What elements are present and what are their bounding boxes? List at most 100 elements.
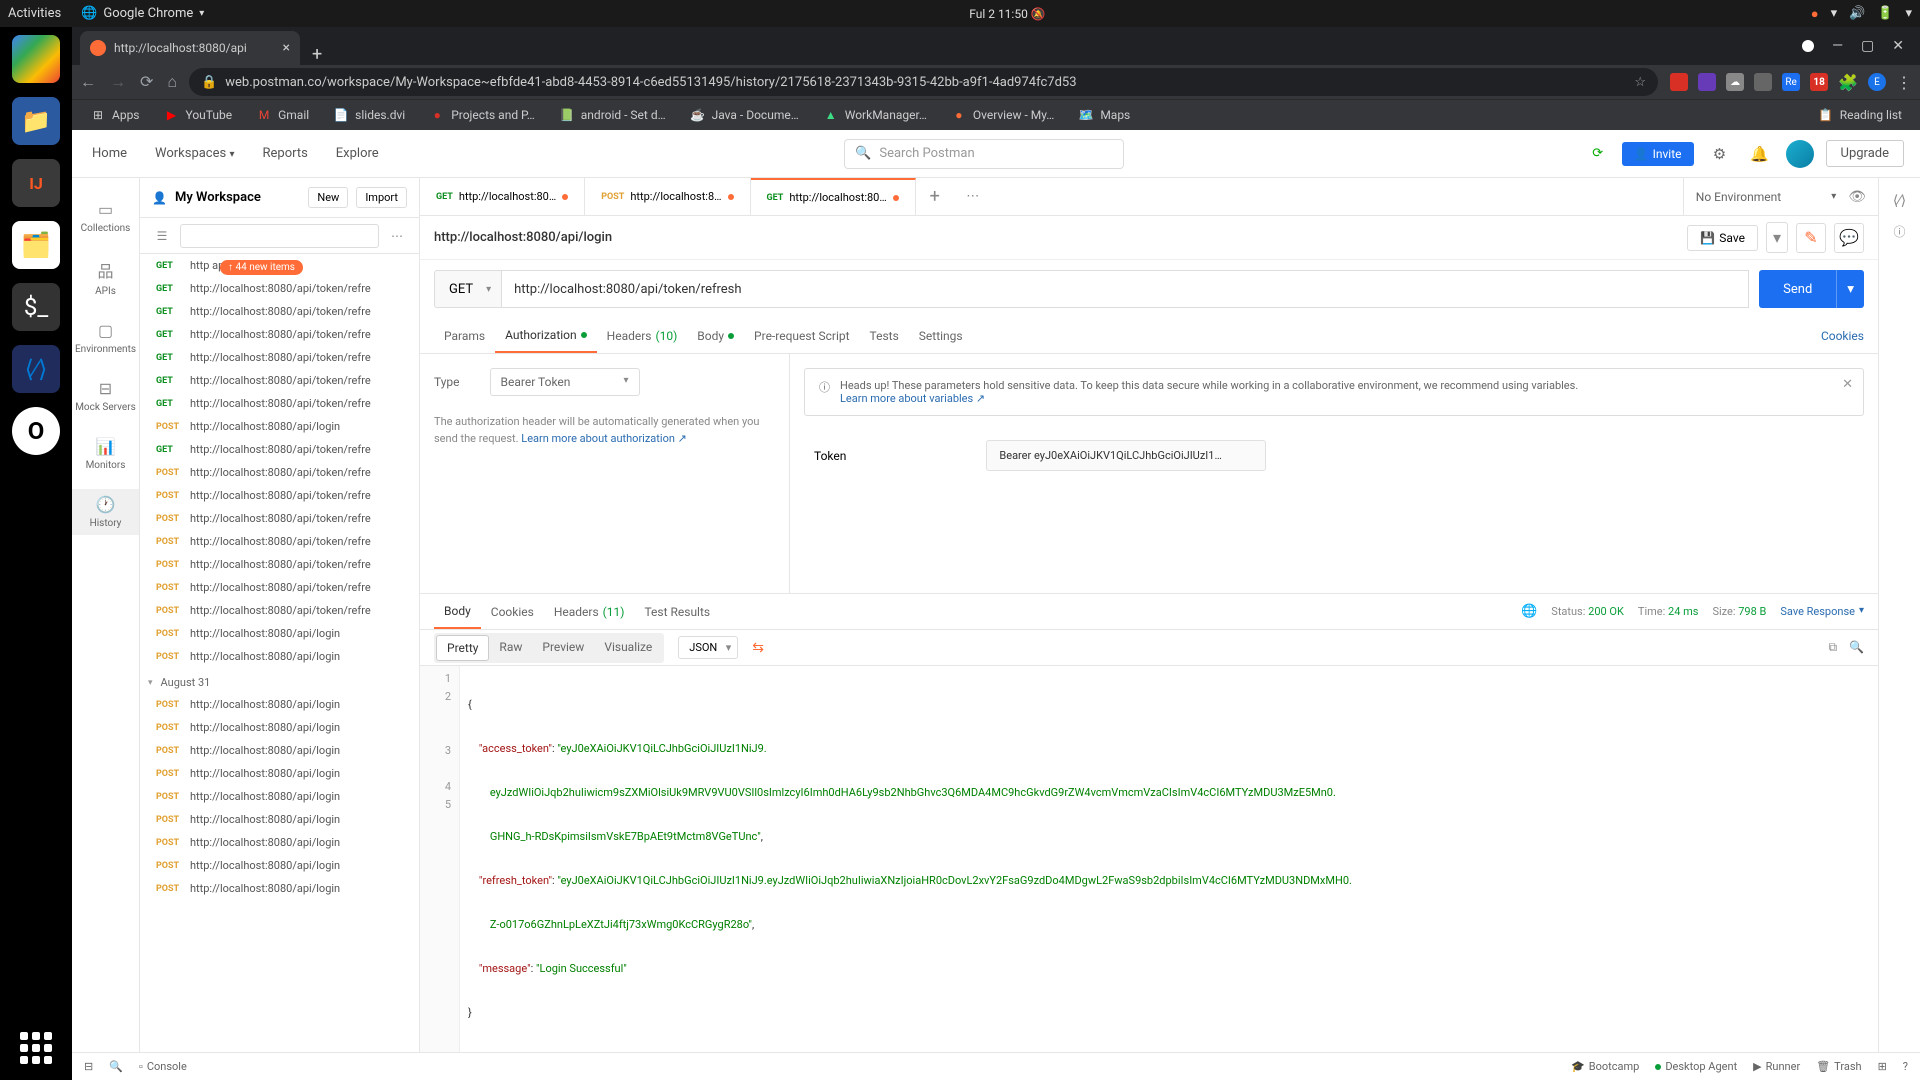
nav-reports[interactable]: Reports (258, 142, 311, 165)
dock-terminal[interactable]: $_ (12, 283, 60, 331)
dock-save[interactable]: 🗂️ (12, 221, 60, 269)
rail-apis[interactable]: 品APIs (72, 252, 139, 303)
history-item[interactable]: GEThttp://localhost:8080/api/token/refre (140, 438, 419, 461)
footer-console[interactable]: ▫ Console (139, 1060, 187, 1073)
view-pretty[interactable]: Pretty (436, 635, 489, 661)
invite-button[interactable]: 👤Invite (1622, 142, 1694, 166)
request-tab[interactable]: GEThttp://localhost:80… (751, 178, 916, 215)
activities-button[interactable]: Activities (8, 6, 61, 21)
token-input[interactable]: Bearer eyJ0eXAiOiJKV1QiLCJhbGciOiJIUzI1… (986, 440, 1266, 471)
nav-workspaces[interactable]: Workspaces ▾ (151, 142, 239, 165)
bookmark-maps[interactable]: 🗺️Maps (1068, 103, 1140, 127)
bookmark-apps[interactable]: ⊞Apps (80, 103, 150, 127)
ext-icon-cloud[interactable]: ☁ (1726, 73, 1744, 91)
new-items-badge[interactable]: ↑ 44 new items (220, 260, 303, 275)
sidebar-options-icon[interactable]: ⋯ (383, 222, 411, 250)
send-dropdown[interactable]: ▾ (1836, 270, 1864, 308)
history-item[interactable]: GEThttp://localhost:8080/api/token/refre (140, 323, 419, 346)
history-item[interactable]: POSThttp://localhost:8080/api/token/refr… (140, 530, 419, 553)
history-item[interactable]: GEThttp://localhost:8080/api/token/refre (140, 369, 419, 392)
history-item[interactable]: POSThttp://localhost:8080/api/login (140, 785, 419, 808)
save-dropdown[interactable]: ▾ (1766, 222, 1788, 253)
response-tab-body[interactable]: Body (434, 594, 481, 629)
bookmark-youtube[interactable]: ▶YouTube (154, 103, 243, 127)
footer-find-icon[interactable]: 🔍 (109, 1060, 123, 1073)
chrome-menu-icon[interactable]: ⋮ (1896, 73, 1912, 92)
reload-icon[interactable]: ⟳ (140, 72, 153, 92)
comment-icon[interactable]: 💬 (1834, 223, 1864, 253)
import-button[interactable]: Import (356, 187, 407, 208)
copy-icon[interactable]: ⧉ (1828, 640, 1837, 655)
bookmark-android[interactable]: 📗android - Set d… (549, 103, 676, 127)
save-button[interactable]: 💾Save (1687, 225, 1758, 251)
star-icon[interactable]: ☆ (1634, 75, 1646, 90)
url-field[interactable]: 🔒 web.postman.co/workspace/My-Workspace~… (189, 68, 1658, 96)
response-tab-cookies[interactable]: Cookies (481, 594, 544, 629)
new-tab-button[interactable]: + (300, 44, 334, 65)
close-tab-icon[interactable]: × (283, 40, 290, 56)
tabs-overflow-icon[interactable]: ⋯ (954, 178, 992, 215)
tab-tests[interactable]: Tests (860, 318, 909, 353)
extensions-icon[interactable]: 🧩 (1838, 73, 1858, 92)
response-body[interactable]: 12345 { "access_token": "eyJ0eXAiOiJKV1Q… (420, 666, 1878, 1052)
notifications-icon[interactable]: 🔔 (1746, 140, 1774, 168)
footer-bootcamp[interactable]: 🎓 Bootcamp (1571, 1060, 1639, 1073)
history-item[interactable]: POSThttp://localhost:8080/api/login (140, 877, 419, 900)
bookmark-gmail[interactable]: MGmail (246, 103, 319, 127)
view-preview[interactable]: Preview (532, 635, 594, 661)
footer-layout-icon[interactable]: ⊞ (1878, 1060, 1887, 1073)
bookmark-projects[interactable]: ●Projects and P… (419, 103, 545, 127)
save-response-button[interactable]: Save Response ▾ (1780, 605, 1864, 618)
bookmark-java[interactable]: ☕Java - Docume… (680, 103, 809, 127)
method-select[interactable]: GET (434, 270, 502, 308)
history-item[interactable]: GEThttp://localhost:8080/api/token/refre (140, 346, 419, 369)
request-url-input[interactable] (502, 270, 1749, 308)
footer-trash[interactable]: 🗑 Trash (1816, 1060, 1861, 1073)
wrap-lines-icon[interactable]: ⇆ (752, 640, 764, 656)
system-tray[interactable]: ● ▾ 🔊 🔋 ▾ (1811, 6, 1912, 22)
close-banner-icon[interactable]: ✕ (1842, 377, 1853, 392)
history-item[interactable]: POSThttp://localhost:8080/api/token/refr… (140, 461, 419, 484)
send-button[interactable]: Send (1759, 270, 1836, 308)
search-response-icon[interactable]: 🔍 (1849, 640, 1864, 655)
back-icon[interactable]: ← (80, 72, 96, 92)
history-item[interactable]: GEThttp://localhost:8080/api/token/refre (140, 277, 419, 300)
footer-collapse-icon[interactable]: ⊟ (84, 1060, 93, 1073)
history-item[interactable]: POSThttp://localhost:8080/api/login (140, 831, 419, 854)
reading-list-button[interactable]: 📋Reading list (1808, 103, 1912, 127)
tab-params[interactable]: Params (434, 318, 495, 353)
ext-badge[interactable]: 18 (1810, 73, 1828, 91)
code-snippet-icon[interactable]: ⟨∕⟩ (1893, 192, 1906, 209)
search-input[interactable]: 🔍 Search Postman (844, 139, 1124, 169)
history-item[interactable]: POSThttp://localhost:8080/api/token/refr… (140, 507, 419, 530)
request-tab[interactable]: GEThttp://localhost:80… (420, 178, 585, 215)
tab-prerequest[interactable]: Pre-request Script (744, 318, 859, 353)
dock-show-apps[interactable] (12, 1024, 60, 1072)
nav-home[interactable]: Home (88, 142, 131, 165)
tab-headers[interactable]: Headers (10) (597, 318, 688, 353)
environment-select[interactable]: No Environment▾ (1696, 190, 1836, 204)
history-item[interactable]: POSThttp://localhost:8080/api/token/refr… (140, 484, 419, 507)
browser-tab[interactable]: http://localhost:8080/api × (80, 31, 300, 65)
settings-icon[interactable]: ⚙ (1706, 140, 1734, 168)
bookmark-workmanager[interactable]: ▲WorkManager… (813, 103, 937, 127)
auth-learn-link[interactable]: Learn more about authorization ↗ (521, 432, 687, 445)
rail-collections[interactable]: ▭Collections (72, 194, 139, 240)
filter-icon[interactable]: ☰ (148, 222, 176, 250)
history-item[interactable]: POSThttp://localhost:8080/api/login (140, 808, 419, 831)
history-item[interactable]: GEThttp://localhost:8080/api/token/refre (140, 300, 419, 323)
ext-icon-red[interactable] (1670, 73, 1688, 91)
auth-type-select[interactable]: Bearer Token (490, 368, 640, 396)
rail-mock[interactable]: ⊟Mock Servers (72, 373, 139, 419)
sidebar-filter-input[interactable] (180, 224, 379, 248)
network-icon[interactable]: 🌐 (1521, 604, 1537, 619)
edit-icon[interactable]: ✎ (1796, 223, 1826, 253)
history-item[interactable]: POSThttp://localhost:8080/api/token/refr… (140, 576, 419, 599)
dock-intellij[interactable]: IJ (12, 159, 60, 207)
bookmark-slides[interactable]: 📄slides.dvi (323, 103, 415, 127)
history-item[interactable]: POSThttp://localhost:8080/api/login (140, 622, 419, 645)
bookmark-overview[interactable]: ●Overview - My… (941, 103, 1064, 127)
response-tab-headers[interactable]: Headers (11) (544, 594, 635, 629)
history-item[interactable]: POSThttp://localhost:8080/api/login (140, 716, 419, 739)
tab-authorization[interactable]: Authorization (495, 318, 597, 353)
